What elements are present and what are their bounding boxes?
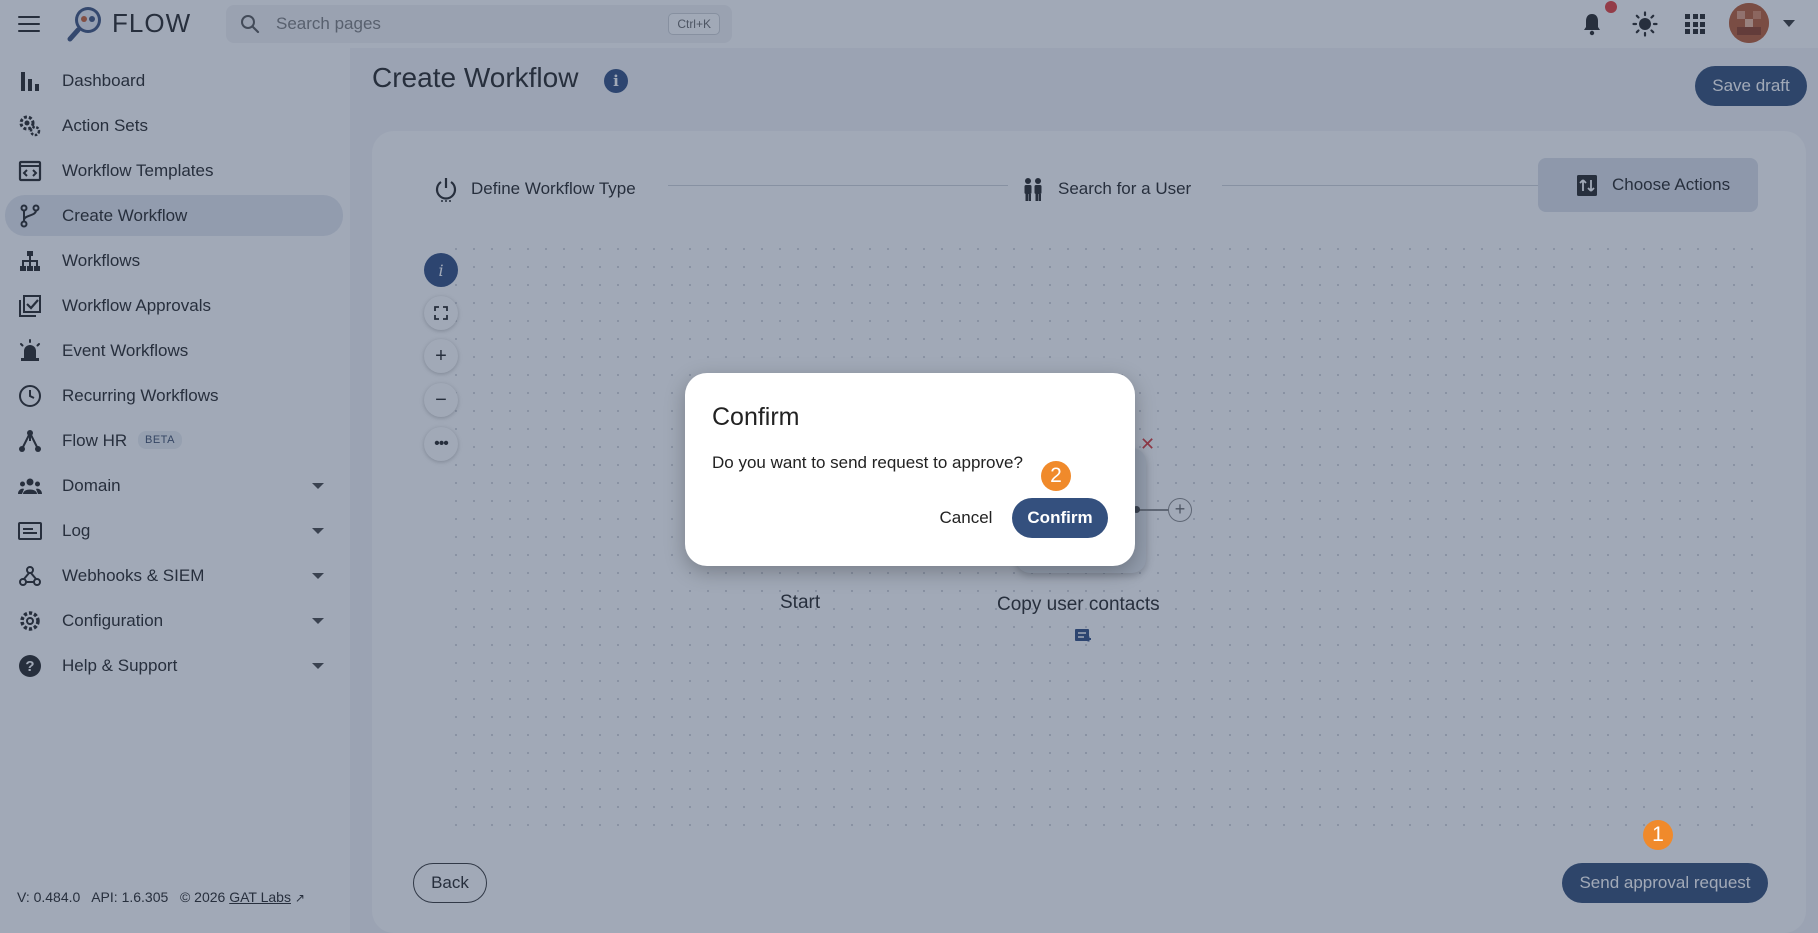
cancel-button[interactable]: Cancel (918, 498, 1014, 538)
dialog-message: Do you want to send request to approve? (712, 453, 1023, 472)
step-badge-1: 1 (1643, 820, 1673, 850)
dialog-title: Confirm (712, 403, 800, 431)
step-badge-2: 2 (1041, 461, 1071, 491)
confirm-button[interactable]: Confirm (1012, 498, 1108, 538)
